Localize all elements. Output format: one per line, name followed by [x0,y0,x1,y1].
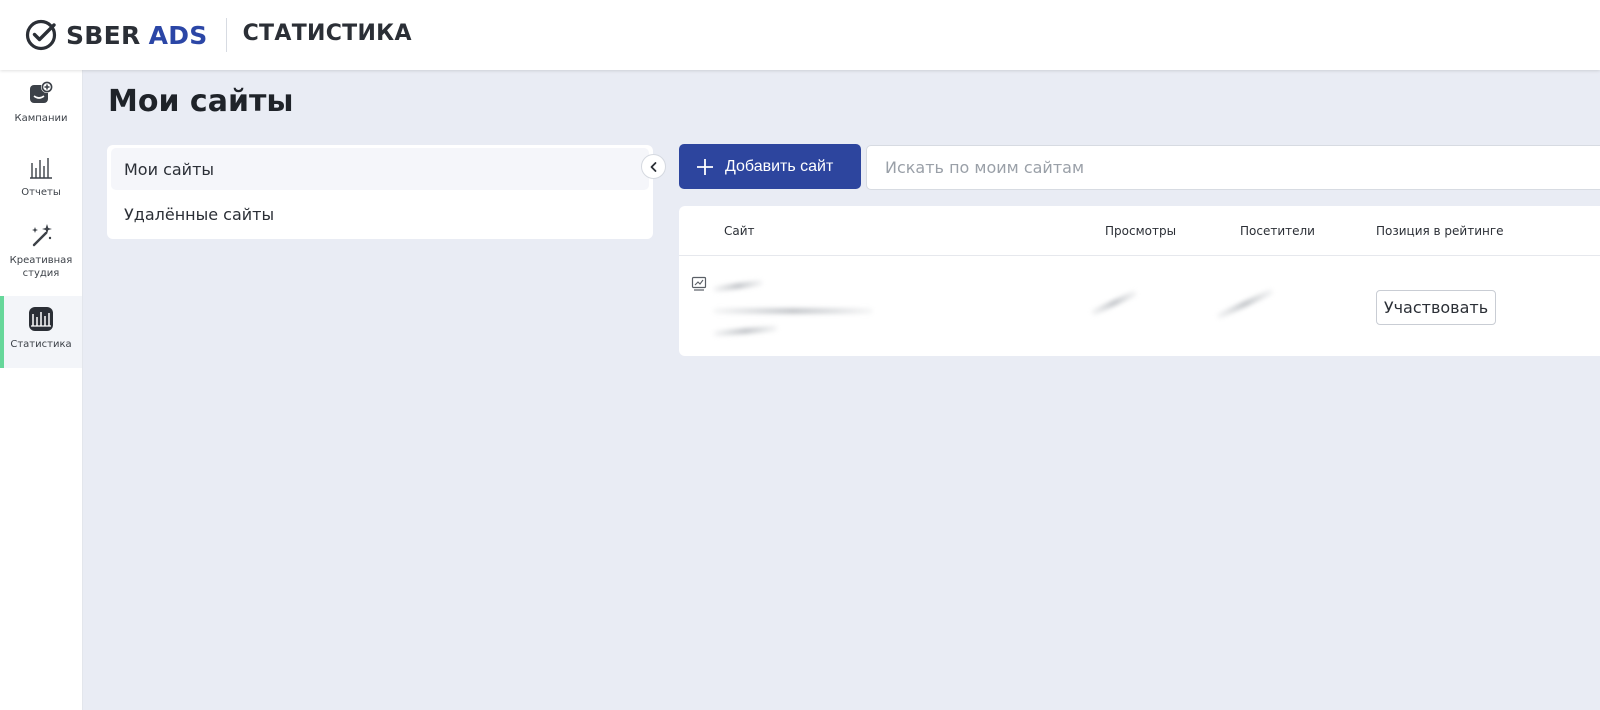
rail-label-statistics: Статистика [10,339,72,350]
site-chart-icon[interactable] [691,276,707,292]
column-header-visitors[interactable]: Посетители [1240,224,1315,238]
page-title: Мои сайты [108,84,294,119]
plus-icon [697,158,713,175]
add-site-label: Добавить сайт [725,157,834,175]
table-header: Сайт Просмотры Посетители Позиция в рейт… [679,206,1600,256]
redacted-site-url [713,308,873,314]
rail-item-reports[interactable]: Отчеты [0,154,82,208]
site-search-input[interactable] [866,145,1600,190]
redacted-site-name [712,279,764,293]
section-title: СТАТИСТИКА [242,20,412,46]
column-header-views[interactable]: Просмотры [1105,224,1176,238]
top-header: SBER ADS СТАТИСТИКА [0,0,1600,70]
rail-item-campaigns[interactable]: Кампании [0,80,82,144]
redacted-visitors-value [1215,288,1275,320]
rail-label-creative-studio: Креативная студия [9,255,73,279]
column-header-rating-position[interactable]: Позиция в рейтинге [1376,224,1504,238]
table-row: Участвовать [679,257,1600,356]
rail-label-campaigns: Кампании [14,113,68,124]
redacted-views-value [1090,289,1138,317]
sber-logo-icon [25,19,57,51]
submenu-item-my-sites[interactable]: Мои сайты [111,148,649,190]
campaigns-icon [30,81,53,103]
reports-chart-icon [30,158,52,179]
statistics-icon [29,307,53,331]
add-site-button[interactable]: Добавить сайт [679,144,861,189]
sber-ads-logo[interactable]: SBER ADS [24,15,208,55]
redacted-site-meta [712,325,779,337]
collapse-panel-button[interactable] [641,154,666,179]
sites-submenu: Мои сайты Удалённые сайты [107,145,653,239]
brand-sber: SBER [66,20,141,50]
left-nav-rail: Кампании Отчеты Креативная студия Статис… [0,70,83,710]
rail-item-statistics[interactable]: Статистика [0,296,82,368]
submenu-item-deleted-sites[interactable]: Удалённые сайты [111,193,649,235]
brand-ads: ADS [148,20,208,50]
rail-item-creative-studio[interactable]: Креативная студия [0,222,82,292]
participate-button[interactable]: Участвовать [1376,290,1496,325]
column-header-site[interactable]: Сайт [724,224,755,238]
rail-label-reports: Отчеты [21,187,61,198]
sparkle-icon [32,224,52,247]
sites-table: Сайт Просмотры Посетители Позиция в рейт… [679,206,1600,356]
header-divider [225,18,227,52]
chevron-left-icon [650,161,656,172]
